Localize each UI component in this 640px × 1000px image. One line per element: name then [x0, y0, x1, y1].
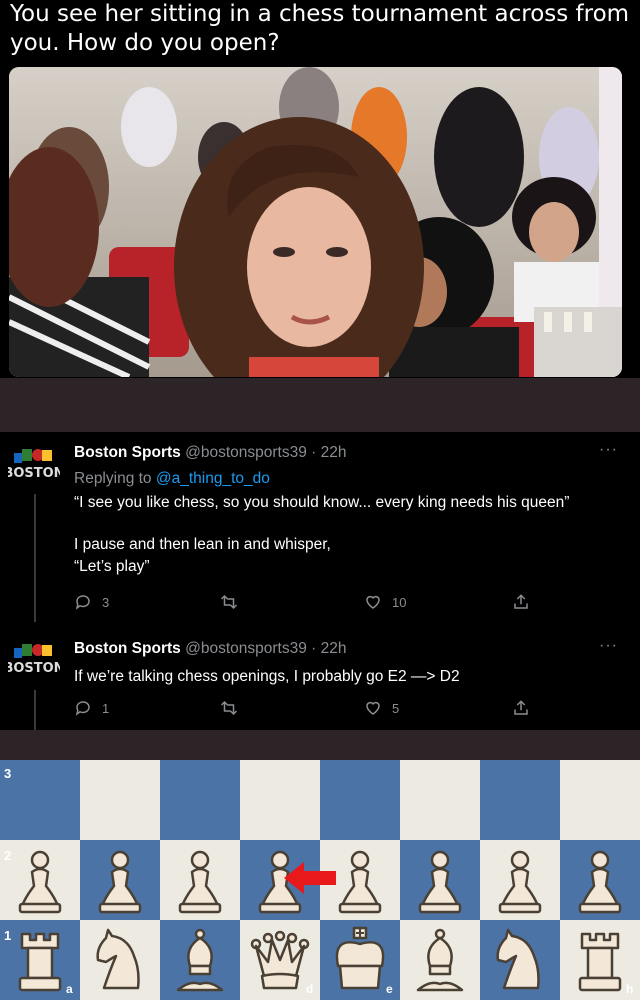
white-rook-icon[interactable]	[8, 926, 72, 996]
retweet-button[interactable]	[220, 698, 248, 718]
heart-icon	[366, 595, 380, 609]
tweet-actions: 1 5	[74, 698, 544, 718]
board-square[interactable]	[480, 760, 560, 840]
replying-to: Replying to @a_thing_to_do	[74, 470, 270, 488]
share-icon	[514, 700, 528, 715]
tweet-text: “Let’s play”	[74, 558, 150, 575]
tweet-actions: 3 10	[74, 592, 544, 612]
thread-line	[34, 690, 36, 730]
white-bishop-icon[interactable]	[168, 926, 232, 996]
board-square[interactable]	[80, 760, 160, 840]
replying-prefix: Replying to	[74, 470, 152, 487]
thread-line	[34, 494, 36, 622]
reply-icon	[75, 701, 90, 716]
white-king-icon[interactable]	[328, 926, 392, 996]
board-square[interactable]	[560, 760, 640, 840]
white-bishop-icon[interactable]	[408, 926, 472, 996]
meme-caption-area: You see her sitting in a chess tournamen…	[0, 0, 640, 378]
caption-text: You see her sitting in a chess tournamen…	[10, 1, 630, 56]
avatar[interactable]: BOSTON	[3, 447, 65, 487]
white-pawn-icon[interactable]	[8, 846, 72, 916]
heart-icon	[366, 701, 380, 715]
tweet-thread: BOSTON Boston Sports @bostonsports39 · 2…	[0, 432, 640, 730]
author-handle[interactable]: @bostonsports39	[185, 444, 307, 461]
white-queen-icon[interactable]	[248, 926, 312, 996]
timestamp[interactable]: 22h	[321, 640, 347, 657]
tweet[interactable]: BOSTON Boston Sports @bostonsports39 · 2…	[0, 432, 640, 622]
white-pawn-icon[interactable]	[488, 846, 552, 916]
like-count: 10	[392, 594, 407, 610]
separator-band	[0, 730, 640, 760]
tweet-header: Boston Sports @bostonsports39 · 22h	[74, 640, 347, 658]
tweet-text: If we’re talking chess openings, I proba…	[74, 668, 460, 685]
like-button[interactable]: 10	[364, 592, 406, 612]
author-name[interactable]: Boston Sports	[74, 640, 181, 657]
author-handle[interactable]: @bostonsports39	[185, 640, 307, 657]
board-square[interactable]	[320, 760, 400, 840]
rank-label-3: 3	[4, 766, 12, 781]
board-square[interactable]	[240, 760, 320, 840]
more-options-icon[interactable]: ···	[599, 441, 618, 459]
board-square[interactable]	[160, 760, 240, 840]
separator-dot: ·	[311, 444, 317, 461]
white-pawn-icon[interactable]	[568, 846, 632, 916]
avatar[interactable]: BOSTON	[3, 642, 65, 682]
tweet-text: “I see you like chess, so you should kno…	[74, 494, 570, 511]
reply-count: 1	[102, 700, 110, 716]
retweet-button[interactable]	[220, 592, 248, 612]
retweet-icon	[220, 700, 238, 716]
timestamp[interactable]: 22h	[321, 444, 347, 461]
red-arrow-icon	[284, 862, 336, 894]
share-button[interactable]	[512, 592, 530, 612]
retweet-icon	[220, 594, 238, 610]
white-pawn-icon[interactable]	[88, 846, 152, 916]
mention-link[interactable]: @a_thing_to_do	[156, 470, 270, 487]
reply-icon	[75, 595, 90, 610]
share-icon	[514, 594, 528, 609]
white-pawn-icon[interactable]	[408, 846, 472, 916]
like-count: 5	[392, 700, 400, 716]
like-button[interactable]: 5	[364, 698, 399, 718]
reply-button[interactable]: 3	[74, 592, 109, 612]
svg-text:BOSTON: BOSTON	[8, 661, 60, 676]
reply-button[interactable]: 1	[74, 698, 109, 718]
white-pawn-icon[interactable]	[328, 846, 392, 916]
white-pawn-icon[interactable]	[168, 846, 232, 916]
reply-count: 3	[102, 594, 110, 610]
tweet-text: I pause and then lean in and whisper,	[74, 536, 331, 553]
share-button[interactable]	[512, 698, 530, 718]
more-options-icon[interactable]: ···	[599, 637, 618, 655]
svg-text:BOSTON: BOSTON	[8, 466, 60, 481]
white-knight-icon[interactable]	[88, 926, 152, 996]
tweet[interactable]: BOSTON Boston Sports @bostonsports39 · 2…	[0, 632, 640, 730]
white-rook-icon[interactable]	[568, 926, 632, 996]
separator-band	[0, 378, 640, 432]
board-square[interactable]	[400, 760, 480, 840]
separator-dot: ·	[311, 640, 317, 657]
tournament-photo	[9, 67, 622, 377]
tweet-header: Boston Sports @bostonsports39 · 22h	[74, 444, 347, 462]
board-square[interactable]	[0, 760, 80, 840]
author-name[interactable]: Boston Sports	[74, 444, 181, 461]
white-knight-icon[interactable]	[488, 926, 552, 996]
